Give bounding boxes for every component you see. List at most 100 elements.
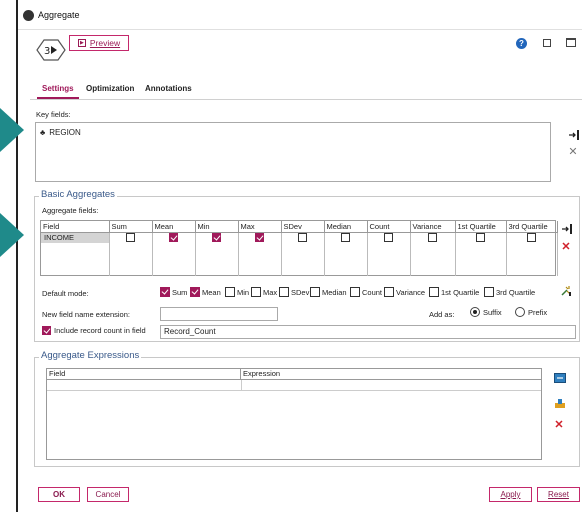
empty-cell xyxy=(455,243,507,254)
default-mode-option-label: Median xyxy=(322,287,347,297)
default-mode-option[interactable]: Mean xyxy=(190,287,221,297)
apply-mode-icon[interactable] xyxy=(559,284,573,298)
empty-cell xyxy=(506,265,558,276)
aggregate-checkbox[interactable] xyxy=(126,233,135,243)
column-header: Expression xyxy=(241,369,541,380)
default-mode-option-label: SDev xyxy=(291,287,310,297)
aggregate-cell xyxy=(324,232,368,243)
help-icon[interactable]: ? xyxy=(516,38,527,49)
extension-label: New field name extension: xyxy=(42,310,130,319)
default-mode-option[interactable]: Count xyxy=(350,287,382,297)
edit-expression-icon[interactable] xyxy=(553,396,567,410)
empty-cell xyxy=(41,243,110,254)
empty-cell xyxy=(410,243,456,254)
aggregate-expressions-table[interactable]: Field Expression xyxy=(46,368,542,460)
maximize-icon[interactable] xyxy=(566,38,576,47)
cancel-button[interactable]: Cancel xyxy=(87,487,129,502)
empty-cell xyxy=(410,254,456,265)
delete-icon[interactable]: ✕ xyxy=(566,144,580,158)
tab-settings[interactable]: Settings xyxy=(42,84,74,93)
aggregate-checkbox[interactable] xyxy=(212,233,221,243)
aggregate-checkbox[interactable] xyxy=(428,233,437,243)
table-row[interactable] xyxy=(47,380,541,391)
default-mode-option[interactable]: Variance xyxy=(384,287,425,297)
add-as-label: Add as: xyxy=(429,310,455,319)
aggregate-checkbox[interactable] xyxy=(384,233,393,243)
column-header: Mean xyxy=(152,221,196,233)
column-divider xyxy=(241,380,242,391)
preview-button[interactable]: ▶ Preview xyxy=(69,35,129,51)
empty-cell xyxy=(324,254,368,265)
default-mode-option[interactable]: Sum xyxy=(160,287,187,297)
empty-cell xyxy=(238,254,282,265)
aggregate-checkbox[interactable] xyxy=(255,233,264,243)
aggregate-node-icon: 3 xyxy=(36,39,66,61)
table-row[interactable]: INCOME xyxy=(41,232,558,243)
reset-button[interactable]: Reset xyxy=(537,487,580,502)
aggregate-fields-table[interactable]: Field Sum Mean Min Max SDev Median Count… xyxy=(40,220,558,276)
empty-cell xyxy=(238,265,282,276)
aggregate-cell xyxy=(238,232,282,243)
empty-row xyxy=(41,265,558,276)
default-mode-option-label: Max xyxy=(263,287,278,297)
default-mode-option-label: 3rd Quartile xyxy=(496,287,536,297)
empty-row xyxy=(41,243,558,254)
empty-cell xyxy=(506,243,558,254)
column-header: SDev xyxy=(281,221,325,233)
empty-cell xyxy=(41,265,110,276)
minimize-icon[interactable] xyxy=(543,39,551,47)
tab-annotations[interactable]: Annotations xyxy=(145,84,192,93)
expression-builder-icon[interactable] xyxy=(553,371,567,385)
default-mode-option-label: Mean xyxy=(202,287,221,297)
default-mode-option-label: 1st Quartile xyxy=(441,287,480,297)
column-header: Count xyxy=(367,221,411,233)
default-mode-option[interactable]: SDev xyxy=(279,287,309,297)
default-mode-option[interactable]: Min xyxy=(225,287,249,297)
column-header: Variance xyxy=(410,221,456,233)
aggregate-cell xyxy=(410,232,456,243)
field-picker-icon[interactable] xyxy=(567,128,581,142)
record-count-field-input[interactable]: Record_Count xyxy=(160,325,576,339)
checkbox-checked xyxy=(42,326,51,335)
record-count-checkbox[interactable]: Include record count in field xyxy=(42,326,146,335)
default-mode-option[interactable]: Median xyxy=(310,287,347,297)
delete-icon[interactable]: ✕ xyxy=(559,239,573,253)
empty-cell xyxy=(152,265,196,276)
aggregate-cell xyxy=(506,232,558,243)
list-item[interactable]: ♣ REGION xyxy=(40,128,81,137)
prefix-radio[interactable]: Prefix xyxy=(515,307,547,317)
field-cell[interactable]: INCOME xyxy=(41,232,110,243)
aggregate-checkbox[interactable] xyxy=(169,233,178,243)
tab-optimization[interactable]: Optimization xyxy=(86,84,134,93)
column-header: Sum xyxy=(109,221,153,233)
default-mode-option[interactable]: Max xyxy=(251,287,277,297)
default-mode-option[interactable]: 1st Quartile xyxy=(429,287,479,297)
default-mode-option[interactable]: 3rd Quartile xyxy=(484,287,535,297)
aggregate-checkbox[interactable] xyxy=(298,233,307,243)
table-header-row: Field Sum Mean Min Max SDev Median Count… xyxy=(41,221,558,233)
aggregate-checkbox[interactable] xyxy=(476,233,485,243)
empty-cell xyxy=(195,254,239,265)
empty-cell xyxy=(367,243,411,254)
delete-icon[interactable]: ✕ xyxy=(552,417,566,431)
empty-cell xyxy=(238,243,282,254)
checkbox-unchecked xyxy=(484,287,494,297)
aggregate-checkbox[interactable] xyxy=(341,233,350,243)
ok-button[interactable]: OK xyxy=(38,487,80,502)
column-header: 3rd Quartile xyxy=(506,221,558,233)
extension-input[interactable] xyxy=(160,307,278,321)
aggregate-cell xyxy=(367,232,411,243)
svg-text:3: 3 xyxy=(44,46,50,57)
aggregate-checkbox[interactable] xyxy=(527,233,536,243)
nominal-field-icon: ♣ xyxy=(40,127,46,137)
field-picker-icon[interactable] xyxy=(560,222,574,236)
checkbox-unchecked xyxy=(429,287,439,297)
suffix-radio[interactable]: Suffix xyxy=(470,307,502,317)
window-title: Aggregate xyxy=(38,10,80,20)
aggregate-cell xyxy=(195,232,239,243)
checkbox-unchecked xyxy=(384,287,394,297)
empty-cell xyxy=(455,265,507,276)
apply-button[interactable]: Apply xyxy=(489,487,532,502)
basic-aggregates-legend: Basic Aggregates xyxy=(39,189,117,200)
key-fields-list[interactable]: ♣ REGION xyxy=(35,122,551,182)
